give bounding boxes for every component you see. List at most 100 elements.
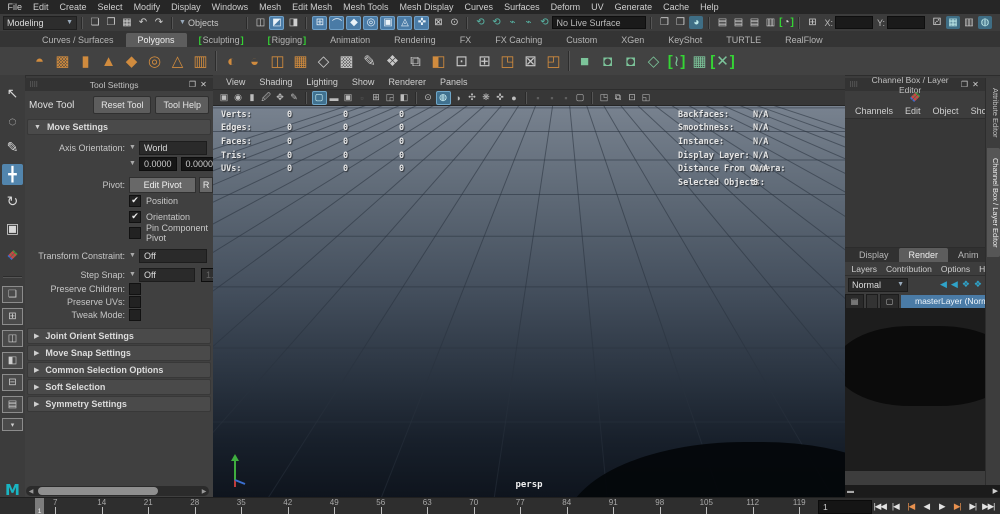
chevron-down-icon[interactable]: ▼ [129,271,139,278]
collapsed-section-header[interactable]: ▶ Soft Selection [27,379,211,395]
chevron-down-icon[interactable]: ▼ [129,252,139,259]
scroll-right-icon[interactable]: ▶ [199,488,209,495]
layer-editor-tab[interactable]: Render [899,248,949,262]
marquee-select[interactable]: ⊠ [520,51,541,72]
step-back-frame-button[interactable]: |◀ [888,499,904,514]
shelf-tab[interactable]: Rendering [382,33,448,47]
shelf-tab[interactable]: Rigging [256,33,319,47]
viewport-menu-item[interactable]: Panels [433,77,475,87]
shelf-tab[interactable]: FX Caching [483,33,554,47]
shelf-tab[interactable]: KeyShot [656,33,714,47]
extract-face-2[interactable]: ◘ [620,51,641,72]
time-tick[interactable]: 35 [218,498,265,514]
selection-mask-label[interactable]: Objects [188,18,219,28]
shelf-icon[interactable] [568,51,570,71]
layer-editor-menu-item[interactable]: Contribution [882,264,937,274]
status-counter[interactable]: ◍ [978,16,992,29]
orientation-checkbox[interactable] [129,211,141,223]
tool-help-button[interactable]: Tool Help [155,96,209,114]
xray-joints-icon[interactable]: ❋ [480,92,493,104]
motion-blur-icon[interactable]: ◧ [398,92,411,104]
time-tick[interactable]: 91 [590,498,637,514]
construction-history-3[interactable]: ⌁ [505,16,519,29]
corner-tool[interactable]: ◰ [543,51,564,72]
menu-item[interactable]: Generate [609,2,658,12]
shelf-tab[interactable]: TURTLE [714,33,773,47]
absolute-transform-mode[interactable]: ⊞ [805,16,819,29]
viewport-menu-item[interactable]: Show [345,77,382,87]
snap-to-points[interactable]: ◆ [346,16,361,30]
shaded-icon[interactable]: ▬ [328,92,341,104]
current-frame-marker[interactable]: 1 [35,498,44,514]
hscrollbar-thumb[interactable] [38,487,158,495]
snap-to-view-planes[interactable]: ▣ [380,16,395,30]
viewport-menu-item[interactable]: View [219,77,252,87]
reset-pivot-button[interactable]: R [199,177,213,193]
scroll-left-icon[interactable]: ◀ [26,488,36,495]
save-scene[interactable]: ▦ [120,16,134,29]
poly-sphere[interactable]: ◓ [29,51,50,72]
tool-settings-header[interactable]: ⠿⠿ Tool Settings ❐ ✕ [25,78,213,91]
reduce[interactable]: ▩ [336,51,357,72]
step-forward-key-button[interactable]: ▶| [950,499,966,514]
pin-component-pivot-checkbox[interactable] [129,227,141,239]
menu-item[interactable]: Curves [459,2,499,12]
snap-display-options[interactable]: ▥ [962,16,976,29]
shelf-tab[interactable]: Polygons [126,33,187,47]
menu-item[interactable]: Help [695,2,725,12]
layer-playback-toggle[interactable] [866,294,878,309]
move-tool[interactable]: ╋ [2,164,23,185]
default-material-icon[interactable]: ⊙ [422,92,435,104]
shelf-tab[interactable]: Curves / Surfaces [30,33,126,47]
boolean-union[interactable]: ◐ [221,51,242,72]
construction-history-4[interactable]: ⌁ [521,16,535,29]
position-checkbox[interactable] [129,195,141,207]
cube-reference[interactable]: ◇ [313,51,334,72]
poly-pipe[interactable]: ▥ [190,51,211,72]
time-tick[interactable]: 70 [451,498,498,514]
viewport-icon[interactable] [305,92,307,104]
collapsed-section-header[interactable]: ▶ Move Snap Settings [27,345,211,361]
range-arrow-icon[interactable]: ▶ [993,487,1000,495]
collapsed-section-header[interactable]: ▶ Symmetry Settings [27,396,211,412]
layer-from-selected-icon[interactable]: ❖ [974,279,982,290]
smooth[interactable]: ▦ [290,51,311,72]
batch-render[interactable]: ▤ [747,16,761,29]
lasso-tool[interactable]: ◌ [2,110,23,131]
time-slider[interactable]: 7 14 21 28 35 42 49 [0,497,1000,514]
shelf-tab[interactable]: Sculpting [187,33,256,47]
shelf-tab[interactable]: FX [448,33,484,47]
snap-to-curves[interactable]: ⌒ [329,16,344,30]
shelf-tab[interactable]: Animation [318,33,382,47]
poly-cylinder[interactable]: ▮ [75,51,96,72]
ipr-render[interactable]: ▤ [715,16,729,29]
viewport-icon[interactable] [415,92,417,104]
grid-display-options[interactable]: ▦ [946,16,960,29]
menu-item[interactable]: Cache [658,2,695,12]
shelf-tab[interactable]: Custom [554,33,609,47]
viewport-menu-item[interactable]: Lighting [299,77,345,87]
menu-item[interactable]: Create [54,2,92,12]
go-to-start-button[interactable]: |◀◀ [872,499,888,514]
collapsed-section-header[interactable]: ▶ Joint Orient Settings [27,328,211,344]
time-tick[interactable]: 56 [358,498,405,514]
menu-item[interactable]: Deform [545,2,586,12]
poly-plane[interactable]: ◆ [121,51,142,72]
duplicate-grid[interactable]: ⧉ [405,51,426,72]
menu-item[interactable]: Mesh Tools [338,2,394,12]
shelf-tab[interactable]: XGen [609,33,656,47]
layer-editor-tab[interactable]: Display [849,248,899,262]
range-handle-icon[interactable]: ▬ [847,488,854,495]
menu-item[interactable]: Display [166,2,207,12]
menu-item[interactable]: Edit Mesh [287,2,338,12]
collapsed-section-header[interactable]: ▶ Common Selection Options [27,362,211,378]
boolean-difference[interactable]: ◒ [244,51,265,72]
time-tick[interactable]: 119 [776,498,823,514]
step-snap-select[interactable]: Off [139,268,195,282]
menu-set-selector[interactable]: Modeling ▼ [3,16,77,30]
blend-mode-select[interactable]: Normal ▼ [848,278,908,292]
play-forwards-button[interactable]: ▶ [934,499,950,514]
grid-window[interactable]: ▦ [689,51,710,72]
time-tick[interactable]: 63 [404,498,451,514]
lights-icon[interactable]: ▫ [356,92,369,104]
